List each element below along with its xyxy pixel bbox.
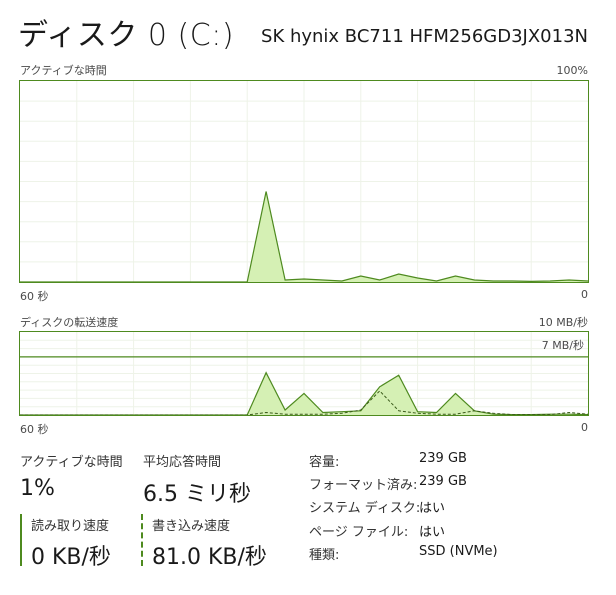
activity-graph[interactable] bbox=[19, 80, 589, 283]
transfer-graph-plot bbox=[20, 332, 588, 415]
info-value-type: SSD (NVMe) bbox=[419, 544, 498, 559]
write-speed-legend-line bbox=[141, 514, 143, 566]
info-key-formatted: フォーマット済み: bbox=[309, 478, 418, 493]
activity-graph-x-right-label: 0 bbox=[581, 288, 588, 301]
info-value-capacity: 239 GB bbox=[419, 451, 467, 466]
info-value-page-file: はい bbox=[419, 525, 446, 540]
activity-graph-max-label: 100% bbox=[556, 64, 588, 77]
page-title: ディスク 0 (C:) bbox=[18, 18, 235, 53]
info-key-type: 種類: bbox=[309, 548, 340, 563]
avg-response-label: 平均応答時間 bbox=[143, 455, 222, 470]
transfer-graph-label: ディスクの転送速度 bbox=[20, 316, 119, 329]
activity-graph-plot bbox=[20, 81, 588, 282]
read-speed-value: 0 KB/秒 bbox=[31, 545, 111, 570]
active-time-value: 1% bbox=[20, 476, 55, 501]
info-key-capacity: 容量: bbox=[309, 455, 340, 470]
info-key-page-file: ページ ファイル: bbox=[309, 525, 409, 540]
write-speed-value: 81.0 KB/秒 bbox=[152, 545, 267, 570]
transfer-graph-x-left-label: 60 秒 bbox=[20, 423, 49, 436]
transfer-graph[interactable] bbox=[19, 331, 589, 416]
info-key-system-disk: システム ディスク: bbox=[309, 501, 421, 516]
disk-model-name: SK hynix BC711 HFM256GD3JX013N bbox=[261, 26, 588, 47]
activity-graph-label: アクティブな時間 bbox=[20, 64, 107, 77]
info-value-formatted: 239 GB bbox=[419, 474, 467, 489]
activity-graph-x-left-label: 60 秒 bbox=[20, 290, 49, 303]
transfer-graph-reference-label: 7 MB/秒 bbox=[541, 339, 584, 352]
info-value-system-disk: はい bbox=[419, 501, 446, 516]
read-speed-label: 読み取り速度 bbox=[31, 519, 110, 534]
avg-response-value: 6.5 ミリ秒 bbox=[143, 482, 251, 507]
active-time-label: アクティブな時間 bbox=[20, 455, 123, 470]
transfer-graph-max-label: 10 MB/秒 bbox=[538, 316, 588, 329]
write-speed-label: 書き込み速度 bbox=[152, 519, 231, 534]
read-speed-legend-line bbox=[20, 514, 22, 566]
transfer-graph-x-right-label: 0 bbox=[581, 421, 588, 434]
